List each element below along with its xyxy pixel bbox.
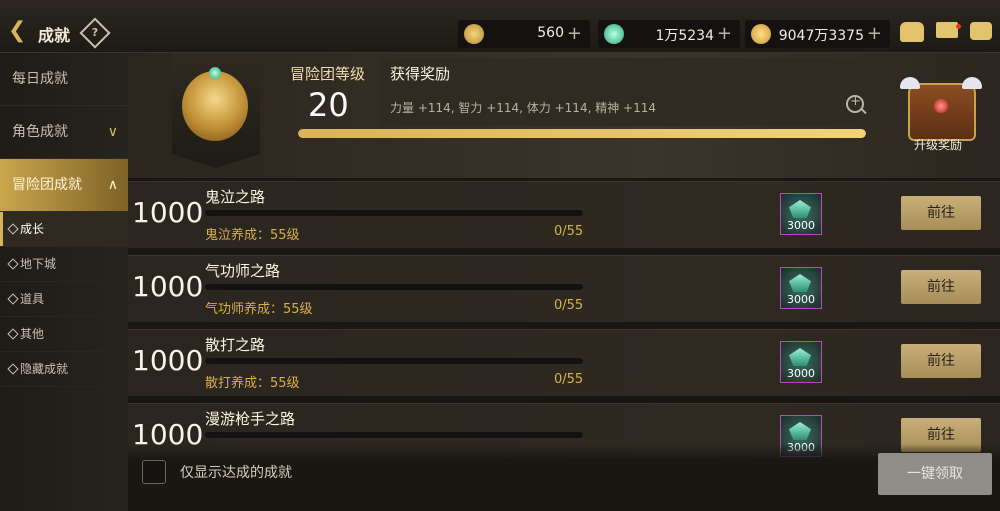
sidebar-subitem-label: 成长 [20, 222, 45, 236]
sidebar-subitem-hidden[interactable]: 隐藏成就 [0, 352, 128, 387]
achievement-row: 1000 鬼泣之路 鬼泣养成：55级 0/55 3000 前往 [128, 181, 1000, 248]
gold-c-coin-icon [464, 24, 484, 44]
checkbox-label: 仅显示达成的成就 [180, 465, 292, 481]
currency-1: 560 + [458, 20, 590, 48]
achievement-requirement: 气功师养成：55级 [205, 302, 313, 317]
achievement-progress: 0/55 [554, 372, 584, 387]
achievement-name: 气功师之路 [205, 262, 281, 280]
currency-1-add-button[interactable]: + [567, 23, 582, 44]
chevron-down-icon: ∨ [107, 124, 118, 140]
sidebar-subitem-label: 地下城 [20, 257, 57, 271]
sidebar-item-label: 冒险团成就 [12, 177, 82, 193]
reward-crystal-icon[interactable]: 3000 [780, 341, 822, 383]
achievement-progress-bar [205, 432, 583, 438]
back-arrow-icon[interactable]: ❮ [8, 20, 30, 42]
achievement-progress: 0/55 [554, 298, 584, 313]
currency-3-add-button[interactable]: + [867, 23, 882, 44]
green-gem-icon [604, 24, 624, 44]
chevron-up-icon: ∧ [107, 177, 118, 193]
currency-2: 1万5234 + [598, 20, 740, 48]
treasure-chest-icon[interactable] [900, 77, 982, 141]
mail-icon[interactable] [936, 22, 958, 38]
lion-emblem-icon [182, 67, 248, 141]
achievement-row: 1000 散打之路 散打养成：55级 0/55 3000 前往 [128, 329, 1000, 396]
reward-crystal-icon[interactable]: 3000 [780, 267, 822, 309]
notification-dot [956, 24, 961, 29]
reward-count: 3000 [787, 219, 815, 232]
achievement-name: 鬼泣之路 [205, 188, 266, 206]
reward-description: 力量 +114, 智力 +114, 体力 +114, 精神 +114 [390, 101, 656, 115]
sidebar-item-label: 角色成就 [12, 124, 68, 140]
diamond-icon [7, 258, 19, 270]
reward-count: 3000 [787, 293, 815, 306]
sidebar-subitem-label: 隐藏成就 [20, 362, 69, 376]
currency-3: 9047万3375 + [745, 20, 890, 48]
achievement-progress-bar [205, 210, 583, 216]
goto-button[interactable]: 前往 [901, 270, 981, 304]
currency-2-value: 1万5234 [655, 28, 714, 44]
level-progress-fill [298, 129, 866, 138]
goto-button[interactable]: 前往 [901, 196, 981, 230]
sidebar-item-character[interactable]: 角色成就 ∨ [0, 106, 128, 159]
sidebar-item-daily[interactable]: 每日成就 [0, 53, 128, 106]
adventure-level-header: 冒险团等级 20 获得奖励 力量 +114, 智力 +114, 体力 +114,… [128, 53, 1000, 178]
achievement-progress-bar [205, 284, 583, 290]
reward-count: 3000 [787, 367, 815, 380]
goto-button[interactable]: 前往 [901, 344, 981, 378]
sidebar-subitem-growth[interactable]: 成长 [0, 212, 128, 247]
currency-1-value: 560 [537, 25, 564, 41]
reward-title: 获得奖励 [390, 65, 451, 83]
level-number: 20 [308, 86, 349, 124]
diamond-icon [7, 293, 19, 305]
emblem-banner [172, 53, 260, 168]
achievement-points: 1000 [132, 270, 204, 303]
page-title: 成就 [38, 26, 71, 45]
sidebar: 每日成就 角色成就 ∨ 冒险团成就 ∧ 成长 地下城 道具 其他 隐藏成就 [0, 53, 128, 511]
achievement-requirement: 散打养成：55级 [205, 376, 300, 391]
achievement-row: 1000 气功师之路 气功师养成：55级 0/55 3000 前往 [128, 255, 1000, 322]
level-label: 冒险团等级 [290, 65, 366, 83]
sidebar-subitem-label: 其他 [20, 327, 45, 341]
diamond-icon [7, 223, 19, 235]
level-progress-bar [298, 129, 866, 138]
question-icon[interactable]: ? [79, 17, 111, 49]
claim-all-button[interactable]: 一键领取 [878, 453, 992, 495]
upgrade-reward-label: 升级奖励 [914, 138, 963, 152]
currency-3-value: 9047万3375 [778, 28, 864, 44]
achievement-progress-bar [205, 358, 583, 364]
sidebar-subitem-label: 道具 [20, 292, 45, 306]
sidebar-subitem-other[interactable]: 其他 [0, 317, 128, 352]
show-completed-checkbox[interactable] [142, 460, 166, 484]
sidebar-subitem-dungeon[interactable]: 地下城 [0, 247, 128, 282]
top-bar: ❮ 成就 ? 560 + 1万5234 + 9047万3375 + [0, 0, 1000, 53]
achievement-points: 1000 [132, 344, 204, 377]
bag-icon[interactable] [900, 22, 924, 42]
sidebar-item-adventure-team[interactable]: 冒险团成就 ∧ [0, 159, 128, 212]
reward-crystal-icon[interactable]: 3000 [780, 193, 822, 235]
chat-icon[interactable] [970, 22, 992, 40]
achievement-name: 漫游枪手之路 [205, 410, 296, 428]
diamond-icon [7, 363, 19, 375]
sidebar-item-label: 每日成就 [12, 71, 68, 87]
zoom-in-icon[interactable]: + [846, 94, 864, 113]
sidebar-subitem-items[interactable]: 道具 [0, 282, 128, 317]
bottom-bar: 仅显示达成的成就 一键领取 [128, 444, 1000, 511]
achievement-progress: 0/55 [554, 224, 584, 239]
gold-coin-icon [751, 24, 771, 44]
achievement-points: 1000 [132, 196, 204, 229]
achievement-name: 散打之路 [205, 336, 266, 354]
diamond-icon [7, 328, 19, 340]
currency-2-add-button[interactable]: + [717, 23, 732, 44]
achievement-requirement: 鬼泣养成：55级 [205, 228, 300, 243]
